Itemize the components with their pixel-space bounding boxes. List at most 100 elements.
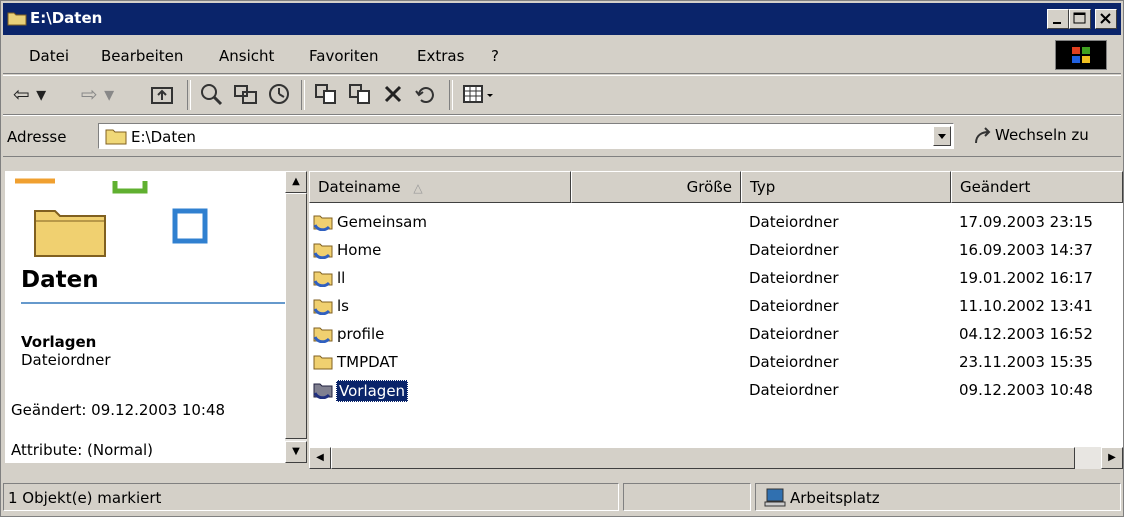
scroll-thumb[interactable]	[285, 193, 307, 439]
column-header-name[interactable]: Dateiname △	[309, 171, 571, 203]
minimize-button[interactable]	[1047, 9, 1069, 29]
file-name: Vorlagen	[336, 380, 409, 402]
move-to-icon[interactable]	[313, 82, 339, 106]
file-type: Dateiordner	[749, 297, 839, 315]
divider	[21, 302, 285, 304]
selected-item-modified: Geändert: 09.12.2003 10:48	[11, 401, 226, 419]
menu-favoriten[interactable]: Favoriten	[309, 47, 378, 65]
file-row[interactable]: ls Dateiordner 11.10.2002 13:41	[309, 293, 1123, 321]
web-view-panel: Daten Vorlagen Dateiordner Geändert: 09.…	[5, 171, 285, 463]
toolbar-separator	[301, 80, 305, 110]
scroll-right-button[interactable]: ▶	[1101, 447, 1123, 469]
folder-title: Daten	[21, 267, 99, 293]
scroll-left-button[interactable]: ◀	[309, 447, 331, 469]
file-name: Home	[337, 241, 382, 259]
explorer-window: E:\Daten Datei Bearbeiten Ansicht Favori…	[0, 0, 1124, 517]
menu-datei[interactable]: Datei	[29, 47, 69, 65]
address-bar: Adresse E:\Daten Wechseln zu	[3, 115, 1121, 157]
status-location: Arbeitsplatz	[755, 483, 1121, 511]
back-arrow-icon[interactable]: ⇦ ▾	[13, 82, 46, 106]
copy-to-icon[interactable]	[347, 82, 373, 106]
file-row[interactable]: ll Dateiordner 19.01.2002 16:17	[309, 265, 1123, 293]
shared-folder-icon	[313, 243, 333, 259]
menu-ansicht[interactable]: Ansicht	[219, 47, 274, 65]
column-header-modified[interactable]: Geändert	[951, 171, 1123, 203]
search-icon[interactable]	[199, 82, 225, 106]
status-location-label: Arbeitsplatz	[790, 489, 880, 507]
shared-folder-icon	[313, 327, 333, 343]
folder-icon	[313, 355, 333, 370]
file-name: ll	[337, 269, 346, 287]
delete-icon[interactable]	[381, 82, 407, 106]
scroll-up-button[interactable]: ▲	[285, 171, 307, 193]
windows-logo	[1055, 40, 1107, 70]
status-empty	[623, 483, 751, 511]
left-pane-scrollbar[interactable]: ▲ ▼	[285, 171, 307, 463]
menu-bearbeiten[interactable]: Bearbeiten	[101, 47, 183, 65]
file-list: Dateiname △ Größe Typ Geändert Gemeinsam…	[309, 171, 1123, 463]
title-bar[interactable]: E:\Daten	[3, 3, 1121, 35]
arrow-up-icon: ▲	[292, 176, 300, 187]
column-header-type[interactable]: Typ	[741, 171, 951, 203]
address-input[interactable]: E:\Daten	[98, 123, 954, 149]
address-dropdown-button[interactable]	[933, 126, 951, 146]
folders-icon[interactable]	[233, 82, 259, 106]
selected-item-type: Dateiordner	[21, 351, 111, 369]
scroll-thumb[interactable]	[331, 447, 1075, 469]
file-row[interactable]: profile Dateiordner 04.12.2003 16:52	[309, 321, 1123, 349]
file-type: Dateiordner	[749, 381, 839, 399]
minimize-icon	[1053, 22, 1061, 24]
file-row[interactable]: Home Dateiordner 16.09.2003 14:37	[309, 237, 1123, 265]
menu-bar: Datei Bearbeiten Ansicht Favoriten Extra…	[3, 37, 1121, 74]
go-button[interactable]: Wechseln zu	[995, 126, 1089, 144]
file-row[interactable]: TMPDAT Dateiordner 23.11.2003 15:35	[309, 349, 1123, 377]
column-label-name: Dateiname	[318, 178, 401, 196]
menu-extras[interactable]: Extras	[417, 47, 464, 65]
go-arrow-icon[interactable]	[971, 126, 995, 146]
undo-icon[interactable]	[413, 82, 439, 106]
selected-item-attributes: Attribute: (Normal)	[11, 441, 154, 459]
computer-icon	[764, 488, 786, 507]
file-row[interactable]: Gemeinsam Dateiordner 17.09.2003 23:15	[309, 209, 1123, 237]
file-name: TMPDAT	[337, 353, 398, 371]
file-type: Dateiordner	[749, 269, 839, 287]
standard-toolbar: ⇦ ▾ ⇨ ▾	[3, 75, 1121, 115]
folder-icon	[7, 12, 27, 26]
selected-item-name: Vorlagen	[21, 333, 97, 351]
menu-help[interactable]: ?	[491, 47, 499, 65]
file-name: Gemeinsam	[337, 213, 427, 231]
file-modified: 16.09.2003 14:37	[959, 241, 1093, 259]
address-value: E:\Daten	[131, 128, 196, 146]
file-type: Dateiordner	[749, 241, 839, 259]
history-icon[interactable]	[267, 82, 293, 106]
sort-ascending-icon: △	[413, 181, 423, 195]
up-folder-icon[interactable]	[149, 82, 175, 106]
chevron-down-icon	[938, 134, 946, 139]
toolbar-separator	[187, 80, 191, 110]
arrow-down-icon: ▼	[292, 446, 300, 457]
file-modified: 19.01.2002 16:17	[959, 269, 1093, 287]
shared-folder-icon	[313, 383, 333, 399]
forward-arrow-icon[interactable]: ⇨ ▾	[81, 82, 114, 106]
file-list-scrollbar[interactable]: ◀ ▶	[309, 447, 1123, 469]
folder-icon	[105, 129, 127, 145]
maximize-button[interactable]	[1069, 9, 1091, 29]
scroll-down-button[interactable]: ▼	[285, 441, 307, 463]
shared-folder-icon	[313, 271, 333, 287]
file-row-selected[interactable]: Vorlagen Dateiordner 09.12.2003 10:48	[309, 377, 1123, 405]
window-title: E:\Daten	[30, 9, 103, 27]
file-type: Dateiordner	[749, 325, 839, 343]
file-modified: 23.11.2003 15:35	[959, 353, 1093, 371]
file-modified: 17.09.2003 23:15	[959, 213, 1093, 231]
status-selection: 1 Objekt(e) markiert	[3, 483, 619, 511]
column-header-size[interactable]: Größe	[571, 171, 741, 203]
windows-flag-icon	[1072, 47, 1090, 63]
close-button[interactable]	[1095, 9, 1117, 29]
file-modified: 11.10.2002 13:41	[959, 297, 1093, 315]
views-icon[interactable]	[461, 82, 497, 106]
close-icon	[1100, 13, 1111, 24]
shared-folder-icon	[313, 215, 333, 231]
folder-banner-icon	[15, 178, 208, 257]
file-name: profile	[337, 325, 385, 343]
address-label: Adresse	[7, 128, 67, 146]
